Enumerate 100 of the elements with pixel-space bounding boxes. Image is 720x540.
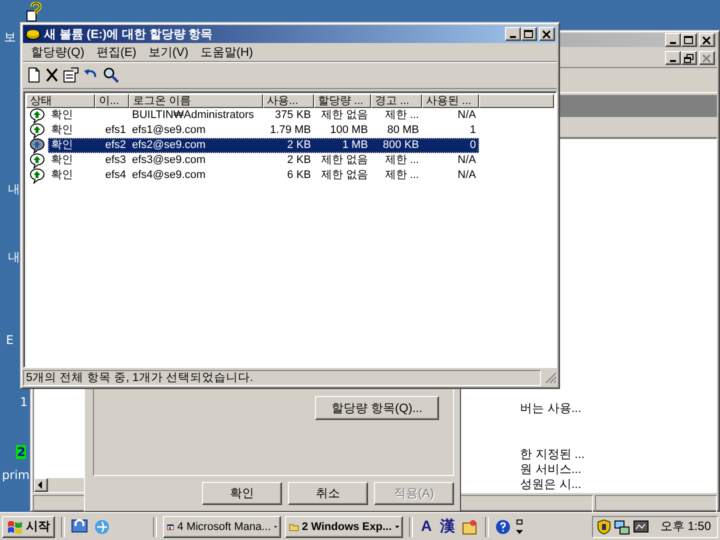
desktop-icon[interactable] — [71, 518, 89, 536]
dialog-button[interactable]: 확인 — [202, 482, 282, 505]
table-cell-text: 1 MB — [341, 138, 369, 153]
table-row[interactable]: 확인 efs4 efs4@se9.com 6 KB 제한 없음 제한 ... N/A — [48, 168, 479, 183]
table-cell-text: N/A — [456, 168, 477, 183]
table-cell-text: 제한 없음 — [320, 153, 369, 168]
status-ok-icon — [29, 108, 46, 124]
list-item-text: 원 서비스... — [520, 462, 582, 477]
menu-item[interactable]: 편집(E) — [90, 44, 142, 60]
scrollbar[interactable] — [34, 478, 86, 492]
close-button[interactable] — [699, 33, 715, 47]
properties-icon[interactable] — [63, 67, 79, 83]
monitor-icon[interactable] — [633, 518, 650, 534]
minimize-icon — [670, 42, 676, 44]
delete-icon[interactable] — [45, 67, 59, 83]
maximize-icon — [524, 30, 534, 38]
close-icon — [702, 36, 712, 44]
table-row[interactable]: 확인 efs1 efs1@se9.com 1.79 MB 100 MB 80 MB 1 — [48, 123, 479, 138]
desktop-icon-label[interactable]: 내 — [8, 182, 20, 196]
search-icon[interactable] — [103, 67, 119, 83]
scroll-left-button[interactable] — [34, 478, 48, 492]
menu-item[interactable]: 도움말(H) — [194, 44, 259, 60]
table-cell-text: N/A — [456, 153, 477, 168]
table-row[interactable]: 확인 efs2 efs2@se9.com 2 KB 1 MB 800 KB 0 — [48, 138, 479, 153]
table-row[interactable]: 확인 efs3 efs3@se9.com 2 KB 제한 없음 제한 ... N/A — [48, 153, 479, 168]
column-header[interactable]: 사용... — [263, 94, 314, 108]
column-header[interactable]: 경고 ... — [371, 94, 422, 108]
list-item-text: 버는 사용... — [520, 401, 582, 416]
status-ok-icon — [29, 168, 46, 184]
close-icon — [702, 54, 712, 62]
table-cell-text: 800 KB — [382, 138, 420, 153]
desktop-icon-label[interactable]: E — [6, 333, 14, 347]
start-button[interactable]: 시작 — [2, 516, 55, 538]
new-document-icon[interactable] — [27, 67, 41, 83]
table-cell-text: efs2@se9.com — [131, 138, 207, 153]
restore-icon — [684, 54, 694, 62]
column-header[interactable]: 이... — [95, 94, 129, 108]
table-cell-text: efs1@se9.com — [131, 123, 207, 138]
table-cell-text: 375 KB — [274, 108, 312, 123]
help-document-icon[interactable] — [26, 2, 42, 22]
table-cell-text: BUILTIN₩Administrators — [131, 108, 256, 123]
desktop-icon-label[interactable]: 1 — [20, 395, 28, 409]
column-header[interactable]: 사용된 ... — [422, 94, 479, 108]
table-cell-text: 확인 — [50, 123, 74, 138]
close-button[interactable] — [539, 27, 555, 41]
status-bar: 5개의 전체 항목 중, 1개가 선택되었습니다. — [23, 370, 541, 386]
table-cell-text: 제한 ... — [384, 153, 420, 168]
taskbar-button[interactable]: 4 Microsoft Mana... — [163, 516, 281, 538]
menu-item[interactable]: 보기(V) — [142, 44, 194, 60]
status-ok-icon — [29, 152, 46, 168]
table-cell-text: efs1 — [104, 123, 127, 138]
maximize-button[interactable] — [681, 33, 697, 47]
network-icon[interactable] — [614, 518, 630, 534]
list-item-text: 성원은 시... — [520, 477, 582, 492]
table-cell-text: efs2 — [104, 138, 127, 153]
status-ok-icon — [29, 138, 46, 154]
restore-button[interactable] — [681, 51, 697, 65]
table-cell-text: 0 — [468, 138, 477, 153]
table-cell-text: 확인 — [50, 108, 74, 123]
list-item-text: 한 지정된 ... — [520, 447, 586, 462]
language-bar-button[interactable]: 漢 — [438, 517, 457, 536]
table-cell-text: 2 KB — [286, 138, 312, 153]
table-cell-text: 2 KB — [286, 153, 312, 168]
language-bar-button[interactable]: A — [419, 518, 434, 535]
minimize-button[interactable] — [665, 51, 681, 65]
clock: 오후 1:50 — [660, 518, 711, 535]
desktop-icon-label[interactable]: 내 — [8, 250, 20, 264]
close-button[interactable] — [699, 51, 715, 65]
minimize-icon — [510, 36, 516, 38]
quota-entries-button[interactable]: 할당량 항목(Q)... — [315, 396, 439, 420]
minimize-button[interactable] — [665, 33, 681, 47]
resize-grip-icon[interactable] — [543, 370, 557, 384]
dialog-button[interactable]: 취소 — [288, 482, 368, 505]
column-header[interactable]: 로그온 이름 — [129, 94, 263, 108]
maximize-icon — [684, 36, 694, 44]
taskbar-button[interactable]: 2 Windows Exp... — [285, 516, 403, 538]
table-cell-text: 제한 ... — [384, 108, 420, 123]
maximize-button[interactable] — [521, 27, 537, 41]
windows-logo-icon — [7, 520, 23, 534]
table-cell-text: 6 KB — [286, 168, 312, 183]
column-header[interactable]: 할당량 ... — [314, 94, 371, 108]
table-cell-text: 제한 없음 — [320, 168, 369, 183]
table-cell-text: efs3@se9.com — [131, 153, 207, 168]
desktop-icon-label[interactable]: prim — [2, 468, 30, 482]
table-row[interactable]: 확인 BUILTIN₩Administrators 375 KB 제한 없음 제한 ... N/A — [48, 108, 479, 123]
shield-icon[interactable] — [597, 518, 612, 534]
input-pad-icon[interactable] — [460, 518, 479, 536]
close-icon — [542, 30, 552, 38]
column-header[interactable]: 상태 — [26, 94, 95, 108]
help-icon[interactable] — [494, 518, 511, 534]
minimize-button[interactable] — [505, 27, 521, 41]
caret-icon — [274, 524, 277, 528]
desktop-icon-label[interactable]: 2 — [16, 445, 26, 459]
desktop-icon-label[interactable]: 보 — [4, 30, 16, 44]
options-icon[interactable] — [514, 518, 525, 536]
minimize-icon — [670, 60, 676, 62]
window-title: 새 볼륨 (E:)에 대한 할당량 항목 — [44, 26, 214, 42]
table-cell-text: 제한 없음 — [320, 108, 369, 123]
menu-item[interactable]: 할당량(Q) — [25, 44, 90, 60]
table-cell-text: N/A — [456, 108, 477, 123]
